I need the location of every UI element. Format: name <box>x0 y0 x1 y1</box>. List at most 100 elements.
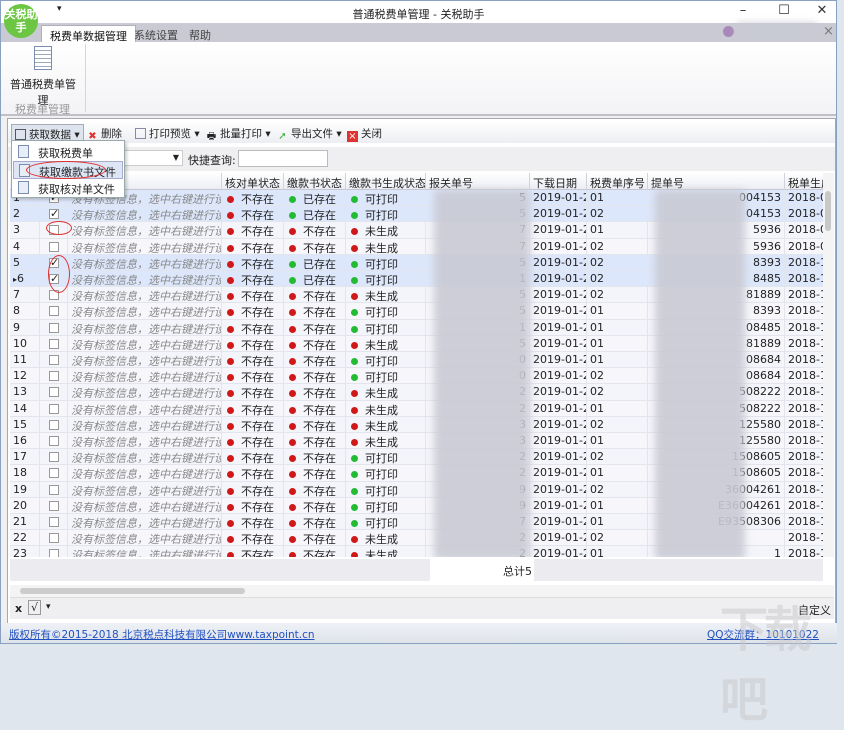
status-dot-icon <box>227 309 234 317</box>
filter-select[interactable]: ▼ <box>118 150 183 166</box>
status-text: 可打印 <box>365 452 398 466</box>
print-preview-button[interactable]: 打印预览 ▾ <box>132 124 203 141</box>
status-dot-icon <box>289 520 296 527</box>
batch-print-button[interactable]: 🖶 批量打印 ▾ <box>203 124 274 142</box>
checkbox[interactable]: ✓ <box>49 208 59 220</box>
checkbox[interactable] <box>49 517 59 527</box>
row-checkbox[interactable] <box>40 465 68 482</box>
row-checkbox[interactable]: ✓ <box>40 206 68 223</box>
download-date: 2019-01-22 <box>530 206 587 223</box>
tax-seq-text: 02 <box>590 207 604 221</box>
hdr-customs-no[interactable]: 报关单号 <box>426 173 530 190</box>
app-logo[interactable]: 关税助手 <box>4 4 38 38</box>
hdr-payment-status[interactable]: 缴款书状态 <box>284 173 346 190</box>
close-button[interactable]: ✕ <box>807 3 837 21</box>
checkbox[interactable] <box>49 355 59 365</box>
hdr-tax-seq[interactable]: 税费单序号 <box>587 173 648 190</box>
status-text: 未生成 <box>365 387 398 401</box>
row-checkbox[interactable] <box>40 481 68 498</box>
row-checkbox[interactable] <box>40 303 68 320</box>
check-status: 不存在 <box>222 465 284 482</box>
row-checkbox[interactable] <box>40 384 68 401</box>
row-checkbox[interactable] <box>40 433 68 449</box>
status-dot-icon <box>289 503 296 511</box>
row-number-text: 7 <box>13 288 20 302</box>
quick-search-input[interactable] <box>238 150 328 167</box>
row-number: 5 <box>10 254 40 271</box>
row-number: 7 <box>10 287 40 304</box>
vertical-scrollbar[interactable] <box>823 173 834 557</box>
hdr-check-status[interactable]: 核对单状态 <box>222 173 284 190</box>
hdr-download-date[interactable]: 下载日期 <box>530 173 587 190</box>
checkbox[interactable] <box>49 549 59 557</box>
export-file-button[interactable]: ➚ 导出文件 ▾ <box>274 124 345 142</box>
row-checkbox[interactable] <box>40 546 68 557</box>
checkbox[interactable] <box>49 419 59 430</box>
status-dot-icon <box>289 536 296 544</box>
copyright-link[interactable]: 版权所有©2015-2018 北京税点科技有限公司www.taxpoint.cn <box>9 627 315 642</box>
row-checkbox[interactable] <box>40 400 68 417</box>
hdr-tax-gen-time[interactable]: 税单生成时 <box>785 173 823 190</box>
scroll-thumb[interactable] <box>825 191 831 231</box>
delete-button[interactable]: ✖ 删除 <box>84 124 125 142</box>
hdr-payment-gen-status[interactable]: 缴款书生成状态 <box>346 173 426 190</box>
row-checkbox[interactable] <box>40 335 68 352</box>
enable-filter-checkbox[interactable]: √ <box>28 600 42 615</box>
horizontal-scrollbar[interactable] <box>10 585 834 597</box>
checkbox[interactable] <box>49 322 59 333</box>
tab-settings[interactable]: 系统设置 <box>126 25 186 42</box>
checkbox[interactable] <box>49 241 59 252</box>
download-date-text: 2019-01-22 <box>533 417 586 431</box>
checkbox[interactable] <box>49 436 59 446</box>
tax-seq: 02 <box>587 238 648 255</box>
row-checkbox[interactable] <box>40 530 68 547</box>
fetch-data-button[interactable]: 获取数据 ▾ <box>11 124 84 141</box>
checkbox[interactable] <box>49 500 59 511</box>
status-text: 不存在 <box>241 290 274 304</box>
status-dot-icon <box>351 277 358 284</box>
close-panel-button[interactable]: × 关闭 <box>344 124 385 142</box>
check-status: 不存在 <box>222 254 284 271</box>
row-number: 12 <box>10 368 40 385</box>
ribbon-close-icon[interactable]: × <box>823 24 834 39</box>
tab-data-management[interactable]: 税费单数据管理 <box>41 25 136 43</box>
status-dot-icon <box>227 390 234 398</box>
clear-filter-button[interactable]: x <box>15 602 22 615</box>
checkbox[interactable] <box>49 306 59 317</box>
tax-bill-manage-button[interactable]: 普通税费单管理 <box>7 46 79 108</box>
checkbox[interactable] <box>49 371 59 382</box>
status-text: 未生成 <box>365 533 398 547</box>
checkbox[interactable] <box>49 403 59 414</box>
hdr-bill-no[interactable]: 提单号 <box>648 173 785 190</box>
checkbox[interactable] <box>49 468 59 479</box>
menu-item-fetch-check-file[interactable]: 获取核对单文件 <box>13 179 123 197</box>
row-checkbox[interactable] <box>40 497 68 514</box>
row-checkbox[interactable] <box>40 449 68 466</box>
hscroll-thumb[interactable] <box>20 588 245 594</box>
tax-gen-time: 2018-10 <box>785 546 823 557</box>
checkbox[interactable] <box>49 484 59 495</box>
menu-item-fetch-tax-bill[interactable]: 获取税费单 <box>13 143 123 161</box>
tax-seq: 01 <box>587 222 648 239</box>
row-checkbox[interactable] <box>40 238 68 255</box>
bill-no-text: 8485 <box>753 272 781 285</box>
status-dot-icon <box>289 341 296 349</box>
row-number-text: 11 <box>13 353 27 366</box>
row-checkbox[interactable] <box>40 416 68 433</box>
row-checkbox[interactable] <box>40 352 68 368</box>
annotation-circle <box>46 221 72 235</box>
row-checkbox[interactable] <box>40 368 68 385</box>
tab-help[interactable]: 帮助 <box>181 25 219 42</box>
maximize-button[interactable]: ☐ <box>769 3 799 21</box>
checkbox[interactable] <box>49 387 59 398</box>
row-checkbox[interactable] <box>40 319 68 336</box>
checkbox[interactable] <box>49 338 59 349</box>
bill-no-text: 5936 <box>753 239 781 253</box>
checkbox[interactable] <box>49 533 59 544</box>
close-panel-label: 关闭 <box>361 128 382 140</box>
minimize-button[interactable]: – <box>728 3 758 21</box>
filter-dropdown[interactable]: ▾ <box>46 602 51 612</box>
row-number-text: 4 <box>13 239 20 253</box>
row-checkbox[interactable] <box>40 514 68 530</box>
checkbox[interactable] <box>49 452 59 463</box>
